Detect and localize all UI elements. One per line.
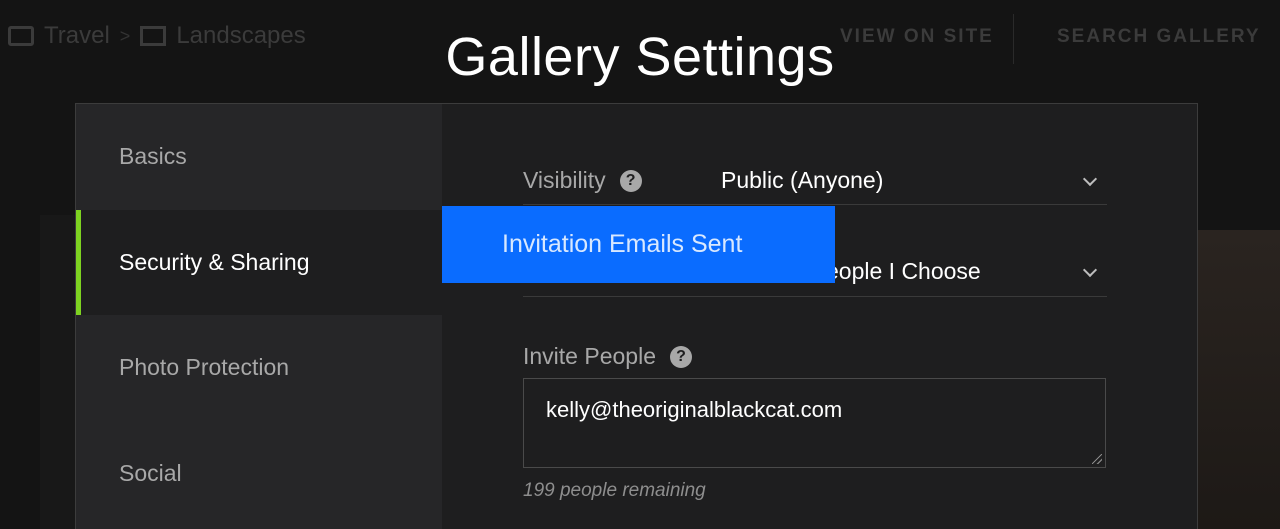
background-photo — [1195, 230, 1280, 529]
access-underline — [523, 296, 1107, 297]
settings-modal: Basics Security & Sharing Photo Protecti… — [75, 103, 1198, 529]
visibility-underline — [523, 204, 1107, 205]
help-icon[interactable]: ? — [669, 345, 692, 368]
sidebar-item-security-sharing[interactable]: Security & Sharing — [76, 210, 442, 315]
sidebar-item-label: Basics — [119, 143, 187, 169]
chevron-down-icon[interactable] — [1082, 171, 1098, 187]
visibility-label: Visibility ? — [523, 167, 642, 194]
access-select-value: eople I Choose — [826, 258, 981, 284]
invite-people-textarea[interactable]: kelly@theoriginalblackcat.com — [523, 378, 1106, 468]
invite-people-value: kelly@theoriginalblackcat.com — [546, 397, 843, 422]
background-photo-strip — [40, 215, 76, 529]
modal-title: Gallery Settings — [445, 27, 835, 87]
sidebar-item-photo-protection[interactable]: Photo Protection — [76, 315, 442, 420]
sidebar-item-label: Photo Protection — [119, 354, 290, 380]
invite-people-label: Invite People ? — [523, 343, 692, 370]
settings-content: Visibility ? Public (Anyone) eople I Cho… — [442, 104, 1197, 529]
toast-message: Invitation Emails Sent — [502, 230, 743, 258]
invite-people-label-text: Invite People — [523, 343, 656, 369]
sidebar-item-social[interactable]: Social — [76, 421, 442, 526]
sidebar-item-label: Social — [119, 460, 182, 486]
sidebar-item-label: Security & Sharing — [119, 249, 310, 275]
invitation-sent-toast: Invitation Emails Sent — [442, 206, 835, 283]
visibility-select[interactable]: Public (Anyone) — [721, 167, 883, 194]
resize-handle-icon[interactable] — [1092, 454, 1102, 464]
settings-sidebar: Basics Security & Sharing Photo Protecti… — [76, 104, 442, 529]
help-icon[interactable]: ? — [619, 169, 642, 192]
visibility-label-text: Visibility — [523, 167, 606, 193]
sidebar-item-basics[interactable]: Basics — [76, 104, 442, 209]
chevron-down-icon[interactable] — [1082, 262, 1098, 278]
people-remaining-text: 199 people remaining — [523, 480, 706, 501]
